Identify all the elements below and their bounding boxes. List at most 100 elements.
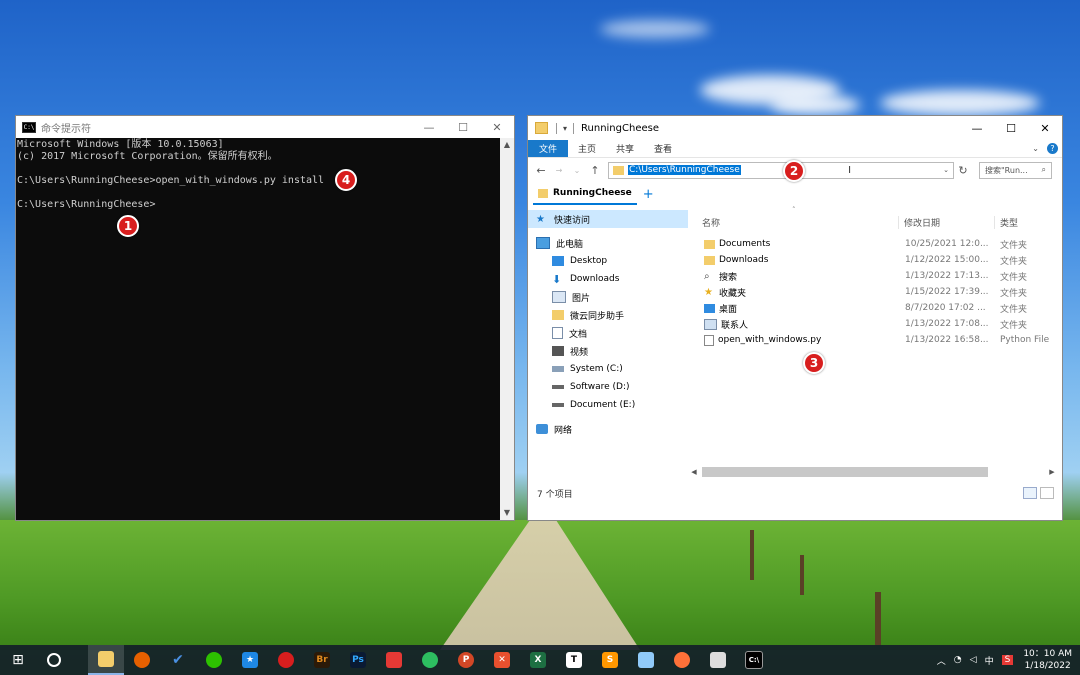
file-row[interactable]: Documents 10/25/2021 12:0... 文件夹 (688, 236, 1062, 252)
explorer-titlebar[interactable]: ▾ RunningCheese — ☐ ✕ (528, 116, 1062, 140)
taskbar-file-explorer[interactable] (88, 645, 124, 675)
wifi-icon[interactable]: ◔ (954, 655, 962, 665)
taskbar-photoshop[interactable]: Ps (340, 645, 376, 675)
folder-icon (535, 122, 548, 134)
weiyun-folder-icon (552, 310, 564, 320)
column-header-type[interactable]: 类型 (994, 215, 1018, 229)
console-line: Microsoft Windows [版本 10.0.15063] (17, 139, 224, 150)
sidebar-item-system-c[interactable]: System (C:) (528, 360, 688, 378)
scrollbar-thumb[interactable] (702, 467, 988, 477)
file-row[interactable]: ⌕ 搜索 1/13/2022 17:13... 文件夹 (688, 268, 1062, 284)
details-view-icon[interactable] (1023, 487, 1037, 499)
sidebar-item-network[interactable]: 网络 (528, 420, 688, 438)
taskbar-firefox[interactable] (124, 645, 160, 675)
cmd-window[interactable]: C:\ 命令提示符 — ☐ ✕ Microsoft Windows [版本 10… (15, 115, 515, 521)
address-path[interactable]: C:\Users\RunningCheese (628, 165, 741, 175)
address-dropdown-chevron-icon[interactable]: ⌄ (943, 166, 949, 174)
sidebar-item-label: 网络 (554, 425, 573, 436)
taskbar-xmind[interactable]: ✕ (484, 645, 520, 675)
close-button[interactable]: ✕ (1028, 117, 1062, 139)
cmd-console[interactable]: Microsoft Windows [版本 10.0.15063] (c) 201… (16, 138, 514, 510)
file-row[interactable]: Downloads 1/12/2022 15:00... 文件夹 (688, 252, 1062, 268)
cmd-scrollbar[interactable]: ▲ ▼ (500, 138, 514, 520)
file-row[interactable]: 联系人 1/13/2022 17:08... 文件夹 (688, 316, 1062, 332)
tab-share[interactable]: 共享 (606, 142, 644, 155)
sidebar-item-documents[interactable]: 文档 (528, 324, 688, 342)
clock[interactable]: 10：10 AM 1/18/2022 (1023, 648, 1072, 672)
file-date: 1/15/2022 17:39... (905, 287, 989, 297)
new-tab-plus-icon[interactable]: + (643, 187, 654, 202)
column-headers: 名称 修改日期 类型 (688, 212, 1062, 232)
taskbar-app-folder[interactable] (628, 645, 664, 675)
scroll-right-icon[interactable]: ▶ (1046, 468, 1058, 476)
refresh-icon[interactable]: ↻ (954, 164, 972, 177)
back-arrow-icon[interactable]: ← (532, 164, 550, 177)
minimize-button[interactable]: — (960, 117, 994, 139)
search-input[interactable]: 搜索"Run... ⌕ (979, 161, 1052, 179)
file-row[interactable]: 桌面 8/7/2020 17:02 ... 文件夹 (688, 300, 1062, 316)
forward-arrow-icon[interactable]: → (550, 166, 568, 175)
search-button[interactable] (36, 645, 72, 675)
sogou-ime-icon[interactable]: S (1001, 655, 1014, 665)
console-line: C:\Users\RunningCheese>open_with_windows… (17, 175, 325, 186)
sidebar-item-weiyun[interactable]: 微云同步助手 (528, 306, 688, 324)
file-row[interactable]: open_with_windows.py 1/13/2022 16:58... … (688, 332, 1062, 348)
sidebar-item-software-d[interactable]: Software (D:) (528, 378, 688, 396)
step-badge-4: 4 (335, 169, 357, 191)
maximize-button[interactable]: ☐ (994, 117, 1028, 139)
taskbar-app-gray[interactable] (700, 645, 736, 675)
taskbar-wechat[interactable] (196, 645, 232, 675)
taskbar-cmd[interactable]: C:\ (736, 645, 772, 675)
input-language[interactable]: 中 (985, 654, 994, 667)
taskbar-todo[interactable]: ✔ (160, 645, 196, 675)
maximize-button[interactable]: ☐ (446, 116, 480, 138)
tab-runningcheese[interactable]: RunningCheese (533, 183, 637, 205)
up-arrow-icon[interactable]: ↑ (586, 164, 604, 177)
scroll-up-icon[interactable]: ▲ (500, 138, 514, 152)
quick-access-toolbar-chevron-icon[interactable]: ▾ (563, 124, 567, 133)
help-icon[interactable]: ? (1047, 143, 1058, 154)
taskbar-app-red[interactable] (376, 645, 412, 675)
drive-icon (552, 366, 564, 372)
sidebar-item-this-pc[interactable]: 此电脑 (528, 234, 688, 252)
sidebar-item-videos[interactable]: 视频 (528, 342, 688, 360)
column-header-date[interactable]: 修改日期 (898, 215, 994, 229)
column-header-name[interactable]: 名称 (688, 216, 898, 229)
address-bar[interactable]: C:\Users\RunningCheese I ⌄ (608, 161, 954, 179)
tray-expand-chevron-icon[interactable]: ︿ (937, 654, 946, 667)
close-button[interactable]: ✕ (480, 116, 514, 138)
horizontal-scrollbar[interactable]: ◀ ▶ (688, 466, 1058, 478)
tab-view[interactable]: 查看 (644, 142, 682, 155)
status-bar: 7 个项目 (528, 484, 1062, 502)
file-row[interactable]: ★ 收藏夹 1/15/2022 17:39... 文件夹 (688, 284, 1062, 300)
expand-ribbon-chevron-icon[interactable]: ⌄ (1032, 144, 1039, 153)
volume-icon[interactable]: ◁ (970, 655, 977, 665)
scroll-down-icon[interactable]: ▼ (500, 506, 514, 520)
sidebar-item-downloads[interactable]: ⬇ Downloads (528, 270, 688, 288)
bridge-icon: Br (314, 652, 330, 668)
taskbar-powerpoint[interactable]: P (448, 645, 484, 675)
sidebar-item-quick-access[interactable]: ★ 快速访问 (528, 210, 688, 228)
taskbar-excel[interactable]: X (520, 645, 556, 675)
sidebar-item-document-e[interactable]: Document (E:) (528, 396, 688, 414)
sidebar-item-pictures[interactable]: 图片 (528, 288, 688, 306)
taskbar-netease-music[interactable] (268, 645, 304, 675)
recent-locations-chevron-icon[interactable]: ⌄ (568, 166, 586, 175)
taskbar-bridge[interactable]: Br (304, 645, 340, 675)
cmd-titlebar[interactable]: C:\ 命令提示符 — ☐ ✕ (16, 116, 514, 138)
scroll-left-icon[interactable]: ◀ (688, 468, 700, 476)
minimize-button[interactable]: — (412, 116, 446, 138)
taskbar-firefox-2[interactable] (664, 645, 700, 675)
tab-file[interactable]: 文件 (528, 140, 568, 157)
taskbar-typora[interactable]: T (556, 645, 592, 675)
start-button[interactable]: ⊞ (0, 645, 36, 675)
download-arrow-icon: ⬇ (552, 272, 562, 286)
sidebar-item-desktop[interactable]: Desktop (528, 252, 688, 270)
large-icons-view-icon[interactable] (1040, 487, 1054, 499)
taskbar-evernote[interactable] (412, 645, 448, 675)
system-tray: ︿ ◔ ◁ 中 S 10：10 AM 1/18/2022 (933, 648, 1080, 672)
taskbar-app-star[interactable]: ★ (232, 645, 268, 675)
taskbar-sublime[interactable]: S (592, 645, 628, 675)
explorer-tab-strip: RunningCheese + (528, 182, 1062, 206)
tab-home[interactable]: 主页 (568, 142, 606, 155)
